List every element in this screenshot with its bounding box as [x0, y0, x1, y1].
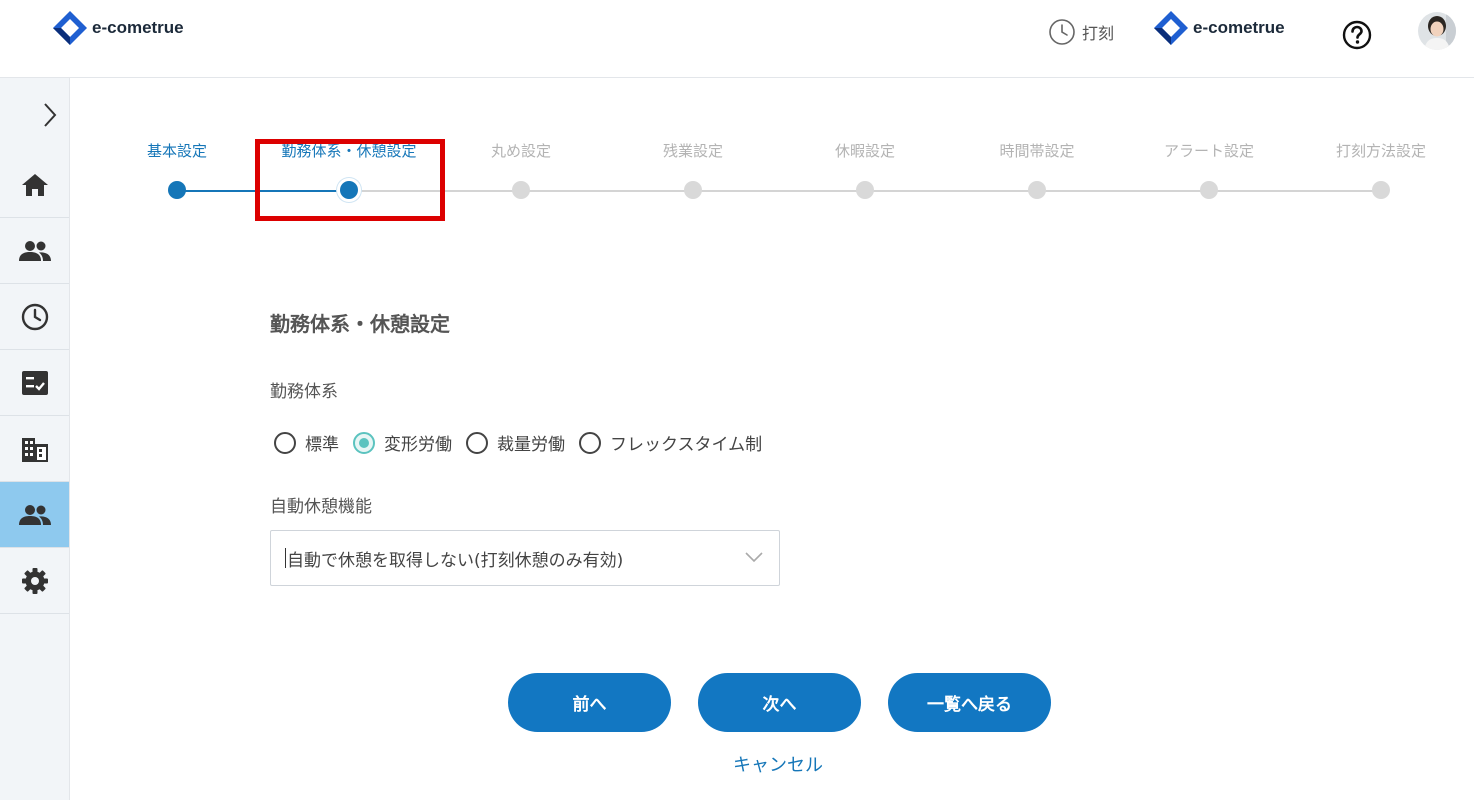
clock-icon: [1049, 19, 1075, 45]
gear-icon: [21, 567, 48, 594]
step-dot: [512, 181, 530, 199]
punch-button[interactable]: 打刻: [1048, 18, 1114, 46]
sidebar-expand-button[interactable]: [0, 78, 69, 152]
step-dot: [1372, 181, 1390, 199]
users-icon: [18, 240, 51, 261]
logo-mark-icon: [53, 11, 87, 45]
radio-button[interactable]: [579, 431, 601, 454]
work-system-label: 勤務体系: [270, 382, 338, 402]
sidebar: [0, 78, 70, 800]
app-logo[interactable]: e-cometrue: [52, 10, 184, 46]
step-connector: [1037, 190, 1209, 192]
team-icon: [18, 504, 51, 525]
auto-break-label: 自動休憩機能: [270, 497, 372, 517]
section-title: 勤務体系・休憩設定: [270, 312, 450, 336]
step-3[interactable]: 丸め設定: [436, 140, 606, 199]
next-button[interactable]: 次へ: [698, 673, 861, 732]
sidebar-item-company[interactable]: [0, 416, 69, 482]
sidebar-item-home[interactable]: [0, 152, 69, 218]
auto-break-select[interactable]: 自動で休憩を取得しない(打刻休憩のみ有効): [270, 530, 780, 586]
radio-label: 標準: [305, 435, 339, 455]
step-connector: [349, 190, 521, 192]
sidebar-item-settings[interactable]: [0, 548, 69, 614]
step-label: 基本設定: [146, 142, 207, 160]
radio-button[interactable]: [353, 431, 375, 454]
radio-button[interactable]: [466, 431, 488, 454]
step-2[interactable]: 勤務体系・休憩設定: [264, 140, 434, 199]
step-dot: [1200, 181, 1218, 199]
back-to-list-button[interactable]: 一覧へ戻る: [888, 673, 1051, 732]
step-dot: [684, 181, 702, 199]
avatar-photo-icon: [1418, 12, 1456, 50]
radio-label: フレックスタイム制: [610, 435, 763, 455]
setup-stepper: 基本設定 勤務体系・休憩設定 丸め設定 残業設定 休暇設定 時間帯設定 アラート設定 打刻方法…: [100, 140, 1474, 220]
logo-text: e-cometrue: [92, 18, 184, 37]
step-label: アラート設定: [1163, 142, 1254, 160]
step-connector: [1209, 190, 1381, 192]
radio-button[interactable]: [274, 431, 296, 454]
radio-label: 裁量労働: [497, 435, 565, 455]
step-label: 勤務体系・休憩設定: [281, 142, 417, 160]
prev-button[interactable]: 前へ: [508, 673, 671, 732]
company-logo-text: e-cometrue: [1193, 18, 1285, 37]
checklist-icon: [21, 370, 48, 395]
work-system-radio-4[interactable]: フレックスタイム制: [579, 430, 762, 455]
chevron-right-icon: [44, 103, 57, 127]
work-system-radio-3[interactable]: 裁量労働: [466, 430, 565, 455]
step-dot: [1028, 181, 1046, 199]
step-4[interactable]: 残業設定: [608, 140, 778, 199]
step-8[interactable]: 打刻方法設定: [1296, 140, 1466, 199]
step-label: 休暇設定: [834, 142, 895, 160]
logo-mark-icon: [1154, 11, 1188, 45]
app-header: e-cometrue 打刻 e-cometrue: [0, 0, 1474, 78]
step-connector: [693, 190, 865, 192]
step-dot: [168, 181, 186, 199]
step-label: 残業設定: [662, 142, 723, 160]
home-icon: [21, 173, 48, 196]
text-cursor: [285, 548, 286, 568]
punch-label: 打刻: [1082, 24, 1115, 43]
step-connector: [521, 190, 693, 192]
sidebar-item-approvals[interactable]: [0, 350, 69, 416]
auto-break-selected-value: 自動で休憩を取得しない(打刻休憩のみ有効): [287, 550, 624, 571]
step-label: 時間帯設定: [999, 142, 1075, 160]
sidebar-item-users[interactable]: [0, 218, 69, 284]
step-connector: [177, 190, 349, 192]
step-connector: [865, 190, 1037, 192]
step-1[interactable]: 基本設定: [92, 140, 262, 199]
work-system-radio-1[interactable]: 標準: [274, 430, 339, 455]
step-label: 打刻方法設定: [1335, 142, 1426, 160]
chevron-down-icon: [745, 552, 763, 563]
help-button[interactable]: [1342, 20, 1372, 54]
work-system-radio-2[interactable]: 変形労働: [353, 430, 452, 455]
step-label: 丸め設定: [490, 142, 551, 160]
step-5[interactable]: 休暇設定: [780, 140, 950, 199]
sidebar-item-employee-groups[interactable]: [0, 482, 69, 548]
sidebar-item-attendance[interactable]: [0, 284, 69, 350]
step-dot: [340, 181, 358, 199]
question-icon: [1342, 20, 1372, 50]
radio-label: 変形労働: [384, 435, 452, 455]
user-avatar[interactable]: [1418, 12, 1456, 50]
step-dot: [856, 181, 874, 199]
step-7[interactable]: アラート設定: [1124, 140, 1294, 199]
work-system-radio-group: 標準 変形労働 裁量労働 フレックスタイム制: [274, 430, 776, 455]
clock-icon: [21, 303, 48, 330]
building-icon: [21, 437, 48, 462]
step-6[interactable]: 時間帯設定: [952, 140, 1122, 199]
company-logo: e-cometrue: [1153, 10, 1285, 46]
cancel-link[interactable]: キャンセル: [733, 751, 823, 777]
